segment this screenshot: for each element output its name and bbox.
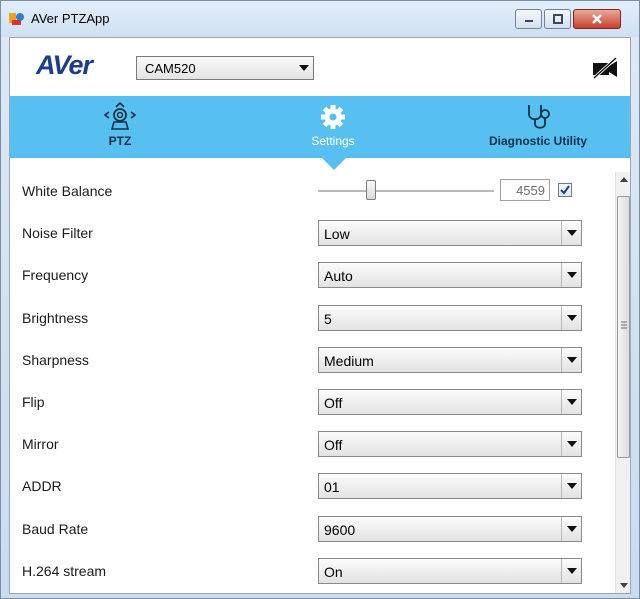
chevron-down-icon <box>561 432 581 456</box>
app-icon <box>9 13 24 25</box>
brightness-dropdown[interactable]: 5 <box>318 305 582 331</box>
setting-label: Flip <box>22 394 45 410</box>
setting-label: ADDR <box>22 478 62 494</box>
close-button[interactable] <box>573 9 621 29</box>
maximize-button[interactable] <box>544 9 571 29</box>
scroll-down-button[interactable] <box>616 577 631 593</box>
maximize-icon <box>552 14 563 24</box>
setting-row-noise-filter: Noise Filter Low <box>10 214 610 256</box>
chevron-down-icon <box>295 57 313 79</box>
tab-settings-label: Settings <box>311 134 355 148</box>
setting-label: Frequency <box>22 267 89 283</box>
setting-label: H.264 stream <box>22 563 107 579</box>
white-balance-slider[interactable] <box>318 190 494 192</box>
noise-filter-dropdown-value: Low <box>324 226 350 242</box>
tab-settings[interactable]: Settings <box>288 96 378 158</box>
setting-label: Baud Rate <box>22 521 89 537</box>
setting-label: Mirror <box>22 436 59 452</box>
scrollbar-thumb[interactable] <box>617 196 630 458</box>
setting-row-baud-rate: Baud Rate 9600 <box>10 510 610 552</box>
chevron-down-icon <box>561 348 581 372</box>
white-balance-slider-thumb[interactable] <box>366 180 376 200</box>
settings-list: White Balance 4559 Noise Filter Low Freque… <box>10 172 614 595</box>
brightness-dropdown-value: 5 <box>324 311 332 327</box>
setting-row-brightness: Brightness 5 <box>10 299 610 341</box>
app-window: AVer PTZApp AVer CAM520 PTZ Settings Dia… <box>0 0 640 599</box>
tab-diagnostic-label: Diagnostic Utility <box>488 134 587 148</box>
frequency-dropdown-value: Auto <box>324 268 353 284</box>
setting-row-flip: Flip Off <box>10 383 610 425</box>
setting-label: White Balance <box>22 183 113 199</box>
h-264-stream-dropdown[interactable]: On <box>318 558 582 584</box>
sharpness-dropdown[interactable]: Medium <box>318 347 582 373</box>
tab-ptz[interactable]: PTZ <box>80 96 160 158</box>
title-bar: AVer PTZApp <box>1 1 639 37</box>
setting-row-frequency: Frequency Auto <box>10 256 610 298</box>
setting-row-sharpness: Sharpness Medium <box>10 341 610 383</box>
minimize-button[interactable] <box>515 9 542 29</box>
chevron-down-icon <box>561 517 581 541</box>
flip-dropdown[interactable]: Off <box>318 389 582 415</box>
baud-rate-dropdown-value: 9600 <box>324 522 356 538</box>
chevron-down-icon <box>561 306 581 330</box>
mirror-dropdown[interactable]: Off <box>318 431 582 457</box>
addr-dropdown[interactable]: 01 <box>318 473 582 499</box>
close-icon <box>592 14 602 24</box>
setting-row-white-balance: White Balance 4559 <box>10 172 610 214</box>
baud-rate-dropdown[interactable]: 9600 <box>318 516 582 542</box>
minimize-icon <box>524 20 533 22</box>
chevron-down-icon <box>561 221 581 245</box>
frequency-dropdown[interactable]: Auto <box>318 262 582 288</box>
setting-row-h-264-stream: H.264 stream On <box>10 552 610 594</box>
white-balance-auto-checkbox[interactable] <box>558 183 572 197</box>
header-bar: AVer CAM520 <box>10 38 630 96</box>
active-tab-indicator <box>322 158 346 170</box>
sharpness-dropdown-value: Medium <box>324 353 374 369</box>
white-balance-value-field[interactable]: 4559 <box>500 179 550 201</box>
arrow-down-icon <box>619 583 628 588</box>
ptz-camera-icon <box>103 102 137 130</box>
camera-select[interactable]: CAM520 <box>136 56 314 80</box>
mirror-dropdown-value: Off <box>324 437 343 453</box>
client-area: AVer CAM520 PTZ Settings Diagnostic Util… <box>9 37 631 594</box>
setting-row-addr: ADDR 01 <box>10 467 610 509</box>
chevron-down-icon <box>561 474 581 498</box>
flip-dropdown-value: Off <box>324 395 343 411</box>
aver-logo: AVer <box>36 50 93 80</box>
h-264-stream-dropdown-value: On <box>324 564 343 580</box>
gear-icon <box>321 105 345 129</box>
scroll-up-button[interactable] <box>616 172 631 188</box>
setting-label: Brightness <box>22 310 89 326</box>
addr-dropdown-value: 01 <box>324 479 340 495</box>
camera-select-value: CAM520 <box>145 61 196 76</box>
camera-off-icon[interactable] <box>590 56 620 80</box>
chevron-down-icon <box>561 263 581 287</box>
chevron-down-icon <box>561 390 581 414</box>
noise-filter-dropdown[interactable]: Low <box>318 220 582 246</box>
tab-ptz-label: PTZ <box>108 134 132 148</box>
setting-label: Noise Filter <box>22 225 93 241</box>
vertical-scrollbar[interactable] <box>615 172 630 593</box>
grip-icon <box>621 321 627 329</box>
window-title: AVer PTZApp <box>31 11 110 26</box>
chevron-down-icon <box>561 559 581 583</box>
stethoscope-icon <box>528 105 550 129</box>
setting-label: Sharpness <box>22 352 89 368</box>
tab-bar: PTZ Settings Diagnostic Utility <box>10 96 630 158</box>
tab-diagnostic-utility[interactable]: Diagnostic Utility <box>468 96 608 158</box>
checkmark-icon <box>560 185 570 195</box>
setting-row-mirror: Mirror Off <box>10 425 610 467</box>
arrow-up-icon <box>619 177 628 182</box>
